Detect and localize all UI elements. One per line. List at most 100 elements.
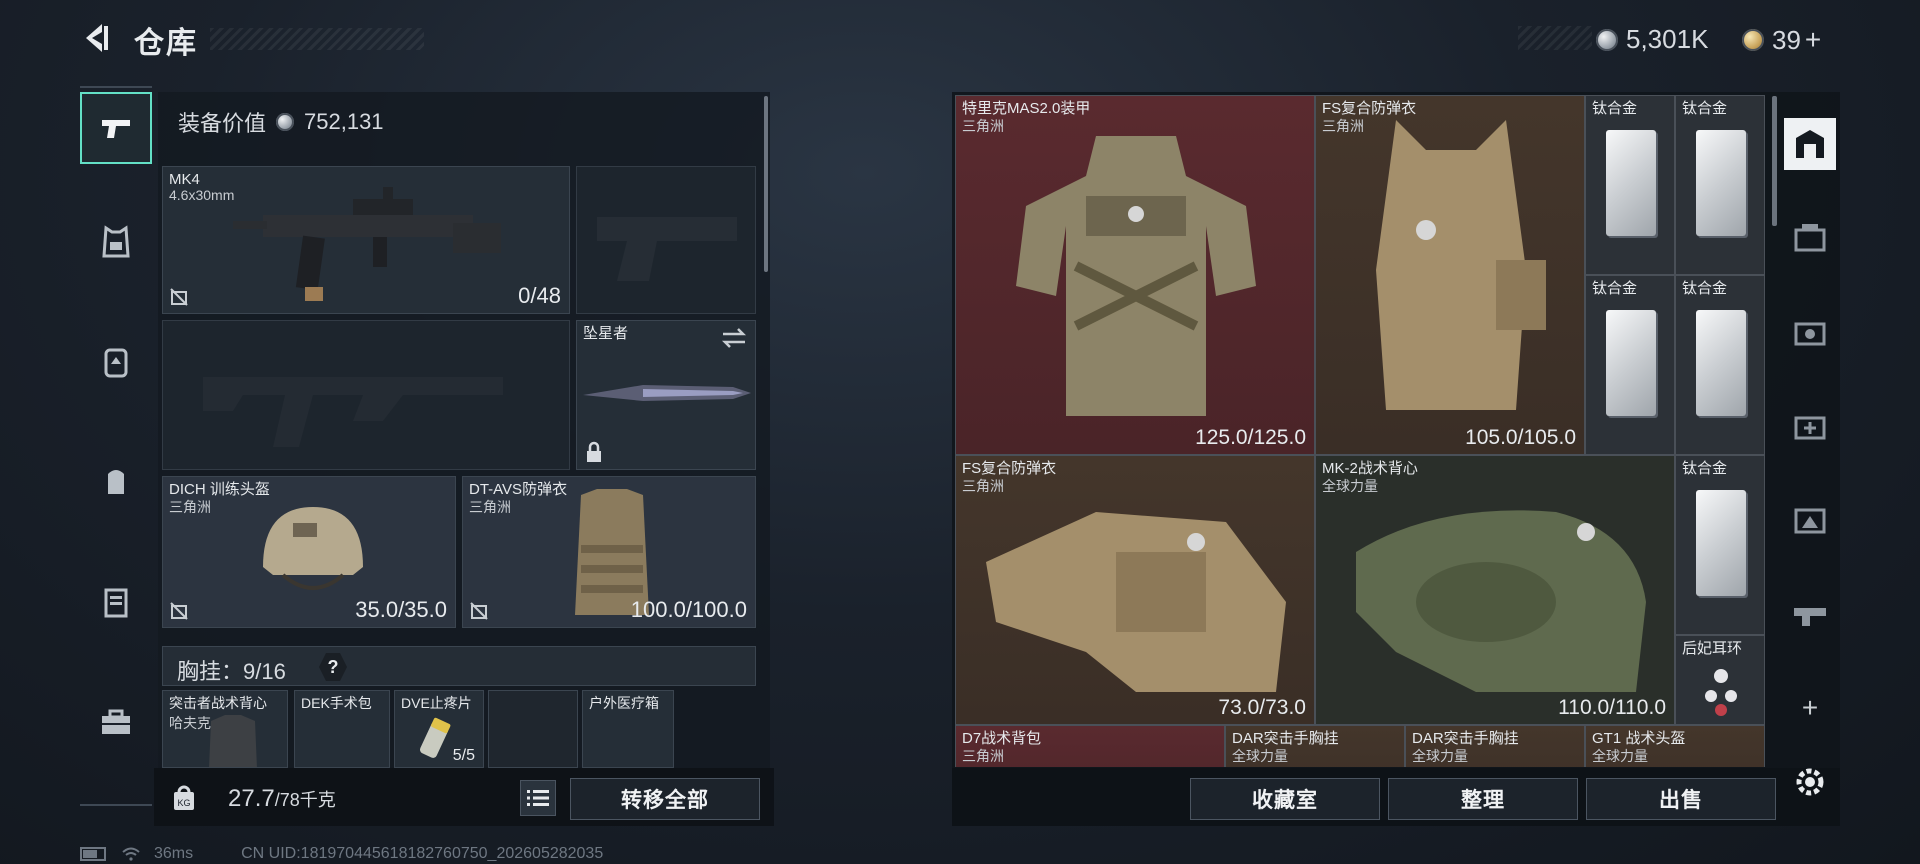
pill-bottle-image [419, 717, 451, 758]
storage-tab-all[interactable] [1784, 118, 1836, 170]
chest-rig-capacity: 9/16 [243, 659, 286, 684]
nav-toolbox[interactable] [80, 686, 152, 758]
backpack-icon [108, 470, 124, 494]
storage-tab-5[interactable] [1784, 588, 1836, 640]
helmet-image [263, 507, 363, 590]
storage-item[interactable]: DAR突击手胸挂 全球力量 [1405, 725, 1585, 767]
item-name: MK-2战术背心 [1322, 460, 1418, 477]
storage-item[interactable]: D7战术背包 三角洲 [955, 725, 1225, 767]
tactical-vest-image [1356, 510, 1646, 692]
storage-box-icon [1794, 224, 1826, 252]
nav-backpack[interactable] [80, 446, 152, 518]
helmet-name: DICH 训练头盔 [169, 481, 270, 498]
item-name: D7战术背包 [962, 730, 1042, 747]
nav-case[interactable] [80, 566, 152, 638]
armor-name: DT-AVS防弹衣 [469, 481, 568, 498]
chest-item-5[interactable]: 户外医疗箱 [582, 690, 674, 768]
storage-item[interactable]: FS复合防弹衣 三角洲 105.0/105.0 [1315, 95, 1585, 455]
gold-coin-icon [1742, 29, 1764, 51]
item-durability: 110.0/110.0 [1558, 696, 1666, 719]
back-button[interactable] [78, 20, 114, 56]
sell-button[interactable]: 出售 [1586, 778, 1776, 820]
storage-item[interactable]: GT1 战术头盔 全球力量 [1585, 725, 1765, 767]
storage-item[interactable]: 钛合金 [1675, 275, 1765, 455]
status-footer: 36ms CN UID:181970445618182760750_202605… [80, 845, 603, 863]
vest-item-image [209, 715, 257, 767]
storage-tab-4[interactable] [1784, 494, 1836, 546]
add-gold-button[interactable]: + [1805, 24, 1821, 56]
item-origin: 三角洲 [962, 748, 1004, 764]
storage-item[interactable]: 钛合金 [1585, 275, 1675, 455]
item-name: 突击者战术背心 [169, 695, 267, 711]
storage-tab-2[interactable] [1784, 306, 1836, 358]
storage-tab-3[interactable] [1784, 400, 1836, 452]
transfer-all-button[interactable]: 转移全部 [570, 778, 760, 820]
titanium-plate-image [1606, 310, 1656, 416]
sort-button[interactable]: 整理 [1388, 778, 1578, 820]
gold-currency[interactable]: 39 + [1742, 24, 1821, 56]
primary-weapon-slot[interactable]: MK4 4.6x30mm 0/48 [162, 166, 570, 314]
chest-rig-title: 胸挂： [177, 659, 244, 684]
item-name: DVE止疼片 [401, 695, 472, 711]
armor-vest-side-image [986, 512, 1286, 692]
swap-icon[interactable] [721, 327, 747, 349]
helmet-slot[interactable]: DICH 训练头盔 三角洲 35.0/35.0 [162, 476, 456, 628]
storage-scrollbar[interactable] [1772, 96, 1777, 226]
back-arrow-icon [86, 24, 108, 52]
storage-item[interactable]: 钛合金 [1585, 95, 1675, 275]
titanium-plate-image [1606, 130, 1656, 236]
add-storage-tab-button[interactable]: + [1784, 682, 1836, 734]
item-name: 钛合金 [1592, 280, 1638, 297]
secondary-weapon-slot[interactable] [162, 320, 570, 470]
storage-weapon-icon [1794, 608, 1826, 626]
storage-item[interactable]: FS复合防弹衣 三角洲 73.0/73.0 [955, 455, 1315, 725]
chest-item-3[interactable]: DVE止疼片 5/5 [394, 690, 484, 768]
settings-gear-icon[interactable] [1790, 762, 1830, 802]
armor-slot[interactable]: DT-AVS防弹衣 三角洲 100.0/100.0 [462, 476, 756, 628]
chest-item-1[interactable]: 突击者战术背心 哈夫克 [162, 690, 288, 768]
carry-weight: 27.7/78千克 [228, 785, 336, 813]
silver-amount: 5,301K [1626, 24, 1709, 54]
item-name: GT1 战术头盔 [1592, 730, 1686, 747]
svg-text:KG: KG [177, 798, 190, 808]
armor-origin: 三角洲 [469, 499, 511, 515]
item-origin: 全球力量 [1592, 748, 1648, 764]
gold-amount: 39 [1772, 24, 1801, 55]
nav-divider-bottom [80, 804, 152, 806]
collection-room-button[interactable]: 收藏室 [1190, 778, 1380, 820]
pistol-icon [102, 120, 130, 138]
chest-item-4[interactable] [488, 690, 578, 768]
item-name: FS复合防弹衣 [1322, 100, 1417, 117]
storage-item[interactable]: 特里克MAS2.0装甲 三角洲 125.0/125.0 [955, 95, 1315, 455]
storage-item[interactable]: MK-2战术背心 全球力量 110.0/110.0 [1315, 455, 1675, 725]
storage-item[interactable]: DAR突击手胸挂 全球力量 [1225, 725, 1405, 767]
weight-icon: KG [174, 785, 194, 810]
nav-weapons[interactable] [80, 92, 152, 164]
item-durability: 73.0/73.0 [1218, 696, 1306, 719]
storage-item[interactable]: 钛合金 [1675, 95, 1765, 275]
pistol-slot[interactable] [576, 166, 756, 314]
help-button[interactable]: ? [319, 653, 347, 681]
storage-tab-1[interactable] [1784, 212, 1836, 264]
case-icon [104, 588, 128, 618]
lock-icon [587, 441, 601, 462]
nav-chest-rig[interactable] [80, 326, 152, 398]
chest-item-2[interactable]: DEK手术包 [294, 690, 390, 768]
currency-decoration [1518, 26, 1592, 50]
storage-medical-icon [1794, 416, 1826, 440]
melee-slot[interactable]: 坠星者 [576, 320, 756, 470]
silver-currency[interactable]: 5,301K [1596, 24, 1708, 55]
storage-item[interactable]: 后妃耳环 [1675, 635, 1765, 725]
list-view-button[interactable] [520, 780, 556, 816]
insurance-off-icon [170, 288, 188, 306]
silver-coin-icon [276, 113, 295, 131]
nav-armor[interactable] [80, 206, 152, 278]
loadout-scrollbar[interactable] [764, 96, 768, 272]
titanium-plate-image [1696, 490, 1746, 596]
item-name: DAR突击手胸挂 [1232, 730, 1339, 747]
storage-item[interactable]: 钛合金 [1675, 455, 1765, 635]
item-name: DAR突击手胸挂 [1412, 730, 1519, 747]
knife-image [583, 385, 751, 401]
item-name: DEK手术包 [301, 695, 372, 711]
weapon-name: MK4 [169, 171, 200, 188]
